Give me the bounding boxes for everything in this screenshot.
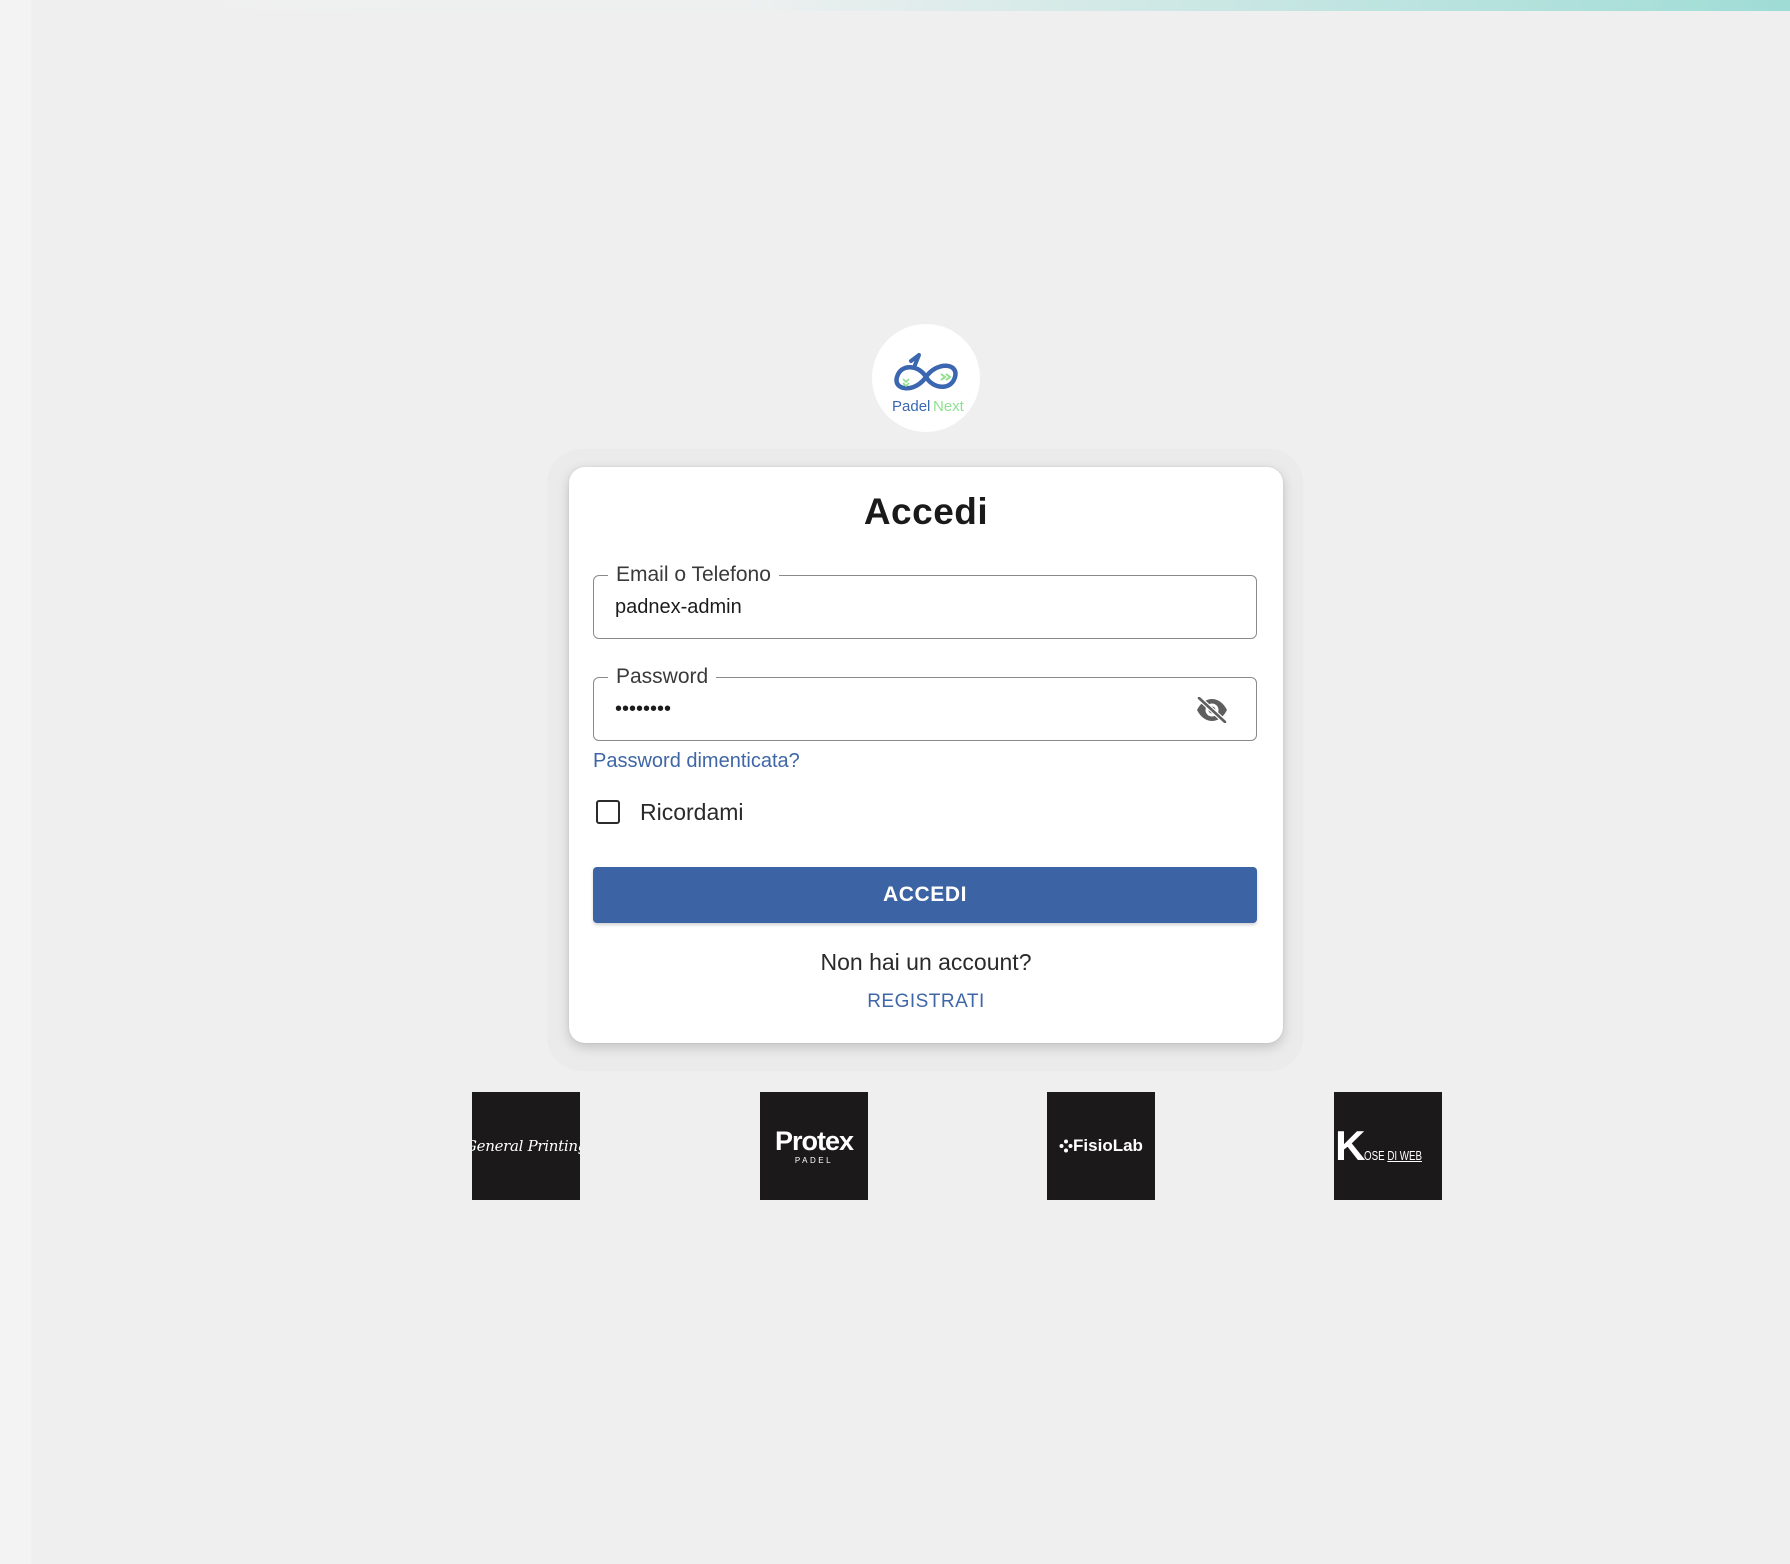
forgot-password-link[interactable]: Password dimenticata? (593, 750, 800, 773)
toggle-password-visibility-button[interactable] (1194, 692, 1230, 728)
sponsor-logo-text: Protex (774, 1125, 854, 1156)
sponsor-logo-text: General Printing (472, 1137, 580, 1155)
no-account-text: Non hai un account? (820, 949, 1032, 975)
eye-off-icon (1197, 697, 1227, 723)
login-title: Accedi (863, 491, 989, 532)
email-field[interactable]: Email o Telefono (593, 561, 1257, 639)
remember-me-label: Ricordami (640, 798, 744, 825)
login-page: Padel Next Accedi Email o Telefono Passw… (31, 0, 1790, 1564)
email-input[interactable] (615, 590, 1175, 624)
sponsor-logo-text: OSE DI WEB (1363, 1148, 1422, 1163)
password-input[interactable] (615, 692, 1175, 726)
sponsor-kose-di-web[interactable]: K OSE DI WEB (1334, 1092, 1442, 1200)
kose-k-mark: K (1335, 1122, 1366, 1169)
sponsor-protex[interactable]: Protex PADEL (760, 1092, 868, 1200)
sponsor-general-printing[interactable]: General Printing (472, 1092, 580, 1200)
sponsor-logo-text: FisioLab (1073, 1136, 1143, 1155)
logo-text-primary: Padel (892, 398, 930, 415)
top-accent-bar (31, 0, 1790, 11)
login-card: Accedi Email o Telefono Password Passwor… (569, 467, 1283, 1043)
fisiolab-dots-icon (1059, 1139, 1073, 1153)
email-field-label: Email o Telefono (608, 561, 779, 589)
password-field-label: Password (608, 663, 717, 691)
remember-me[interactable]: Ricordami (593, 794, 744, 830)
sponsor-logo-subtext: PADEL (794, 1155, 834, 1165)
register-link[interactable]: REGISTRATI (569, 991, 1283, 1013)
password-field[interactable]: Password (593, 663, 1257, 741)
logo-text-secondary: Next (933, 398, 965, 415)
login-submit-button[interactable]: ACCEDI (593, 867, 1257, 923)
padel-next-logo: Padel Next (872, 324, 980, 432)
infinity-arrow-icon: Padel Next (892, 353, 965, 415)
sponsor-fisiolab[interactable]: FisioLab (1047, 1092, 1155, 1200)
remember-me-checkbox[interactable] (596, 800, 620, 824)
